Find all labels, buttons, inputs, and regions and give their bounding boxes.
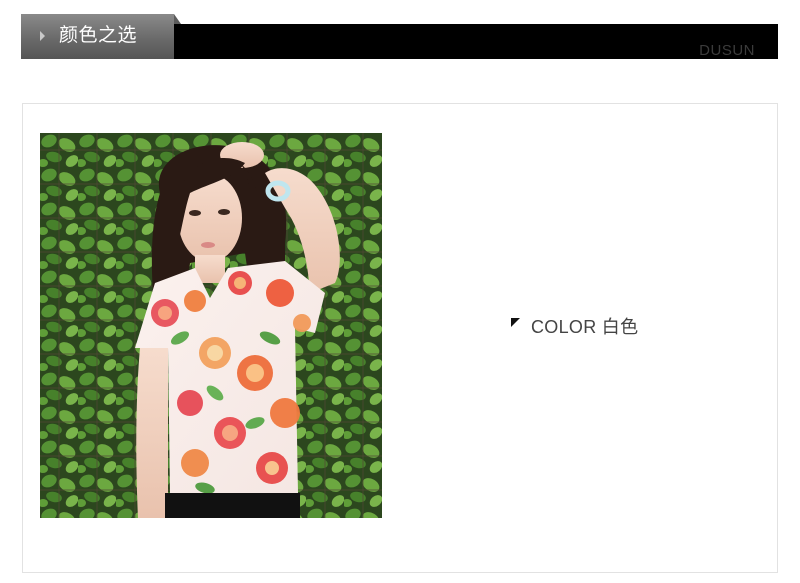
color-name: COLOR 白色 — [531, 317, 639, 337]
product-photo — [40, 133, 382, 518]
section-title-tab: 颜色之选 — [21, 14, 174, 59]
tab-notch — [174, 14, 181, 24]
brand-name: DUSUN — [699, 42, 755, 59]
section-title: 颜色之选 — [59, 25, 138, 46]
corner-triangle-icon — [511, 318, 520, 327]
page: DUSUN 颜色之选 COLOR 白色 — [0, 0, 800, 583]
color-label: COLOR 白色 — [511, 314, 638, 338]
triangle-right-icon — [40, 31, 45, 41]
section-header: DUSUN 颜色之选 — [21, 14, 778, 59]
